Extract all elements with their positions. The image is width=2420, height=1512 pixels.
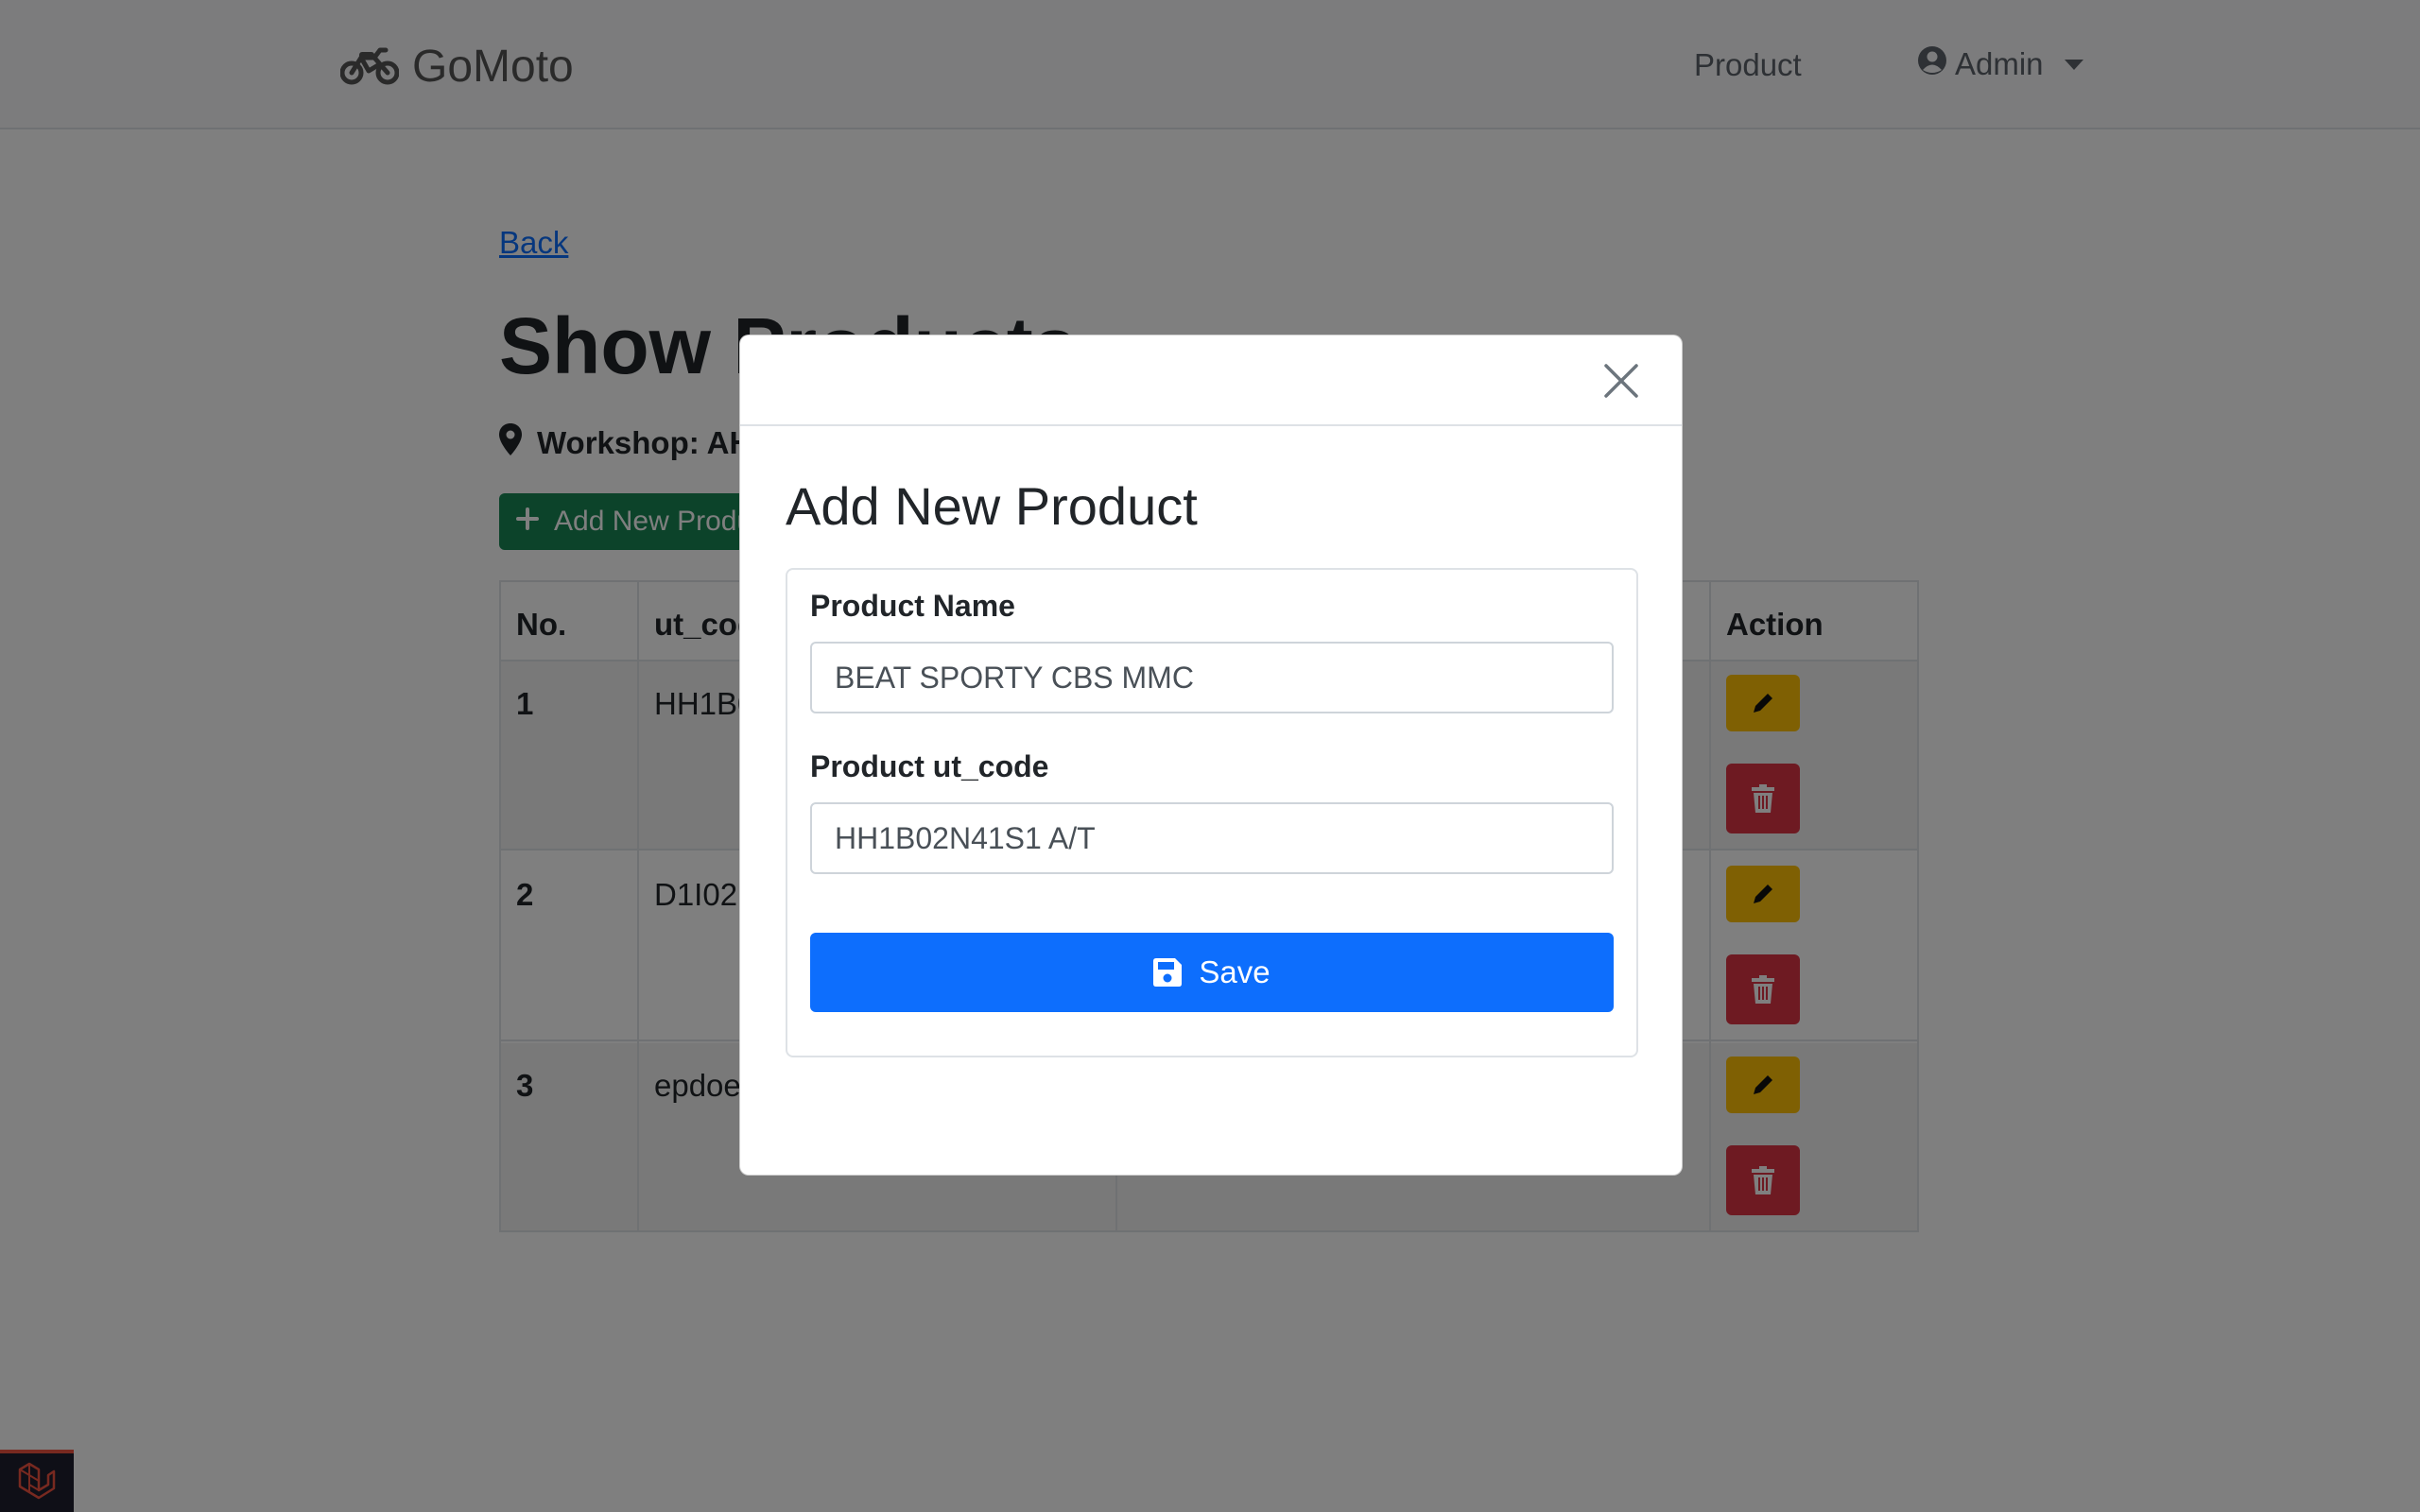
- product-code-input[interactable]: HH1B02N41S1 A/T: [810, 802, 1614, 874]
- close-icon: [1604, 364, 1638, 398]
- product-form: Product Name BEAT SPORTY CBS MMC Product…: [786, 568, 1638, 1057]
- modal-title: Add New Product: [786, 476, 1198, 536]
- save-icon: [1153, 958, 1183, 987]
- product-code-label: Product ut_code: [810, 749, 1049, 783]
- add-product-modal: Add New Product Product Name BEAT SPORTY…: [739, 335, 1683, 1176]
- close-button[interactable]: [1602, 362, 1640, 400]
- save-label: Save: [1199, 954, 1270, 989]
- product-name-label: Product Name: [810, 589, 1015, 623]
- save-button[interactable]: Save: [810, 933, 1614, 1012]
- product-name-input[interactable]: BEAT SPORTY CBS MMC: [810, 642, 1614, 713]
- modal-header: [740, 335, 1682, 426]
